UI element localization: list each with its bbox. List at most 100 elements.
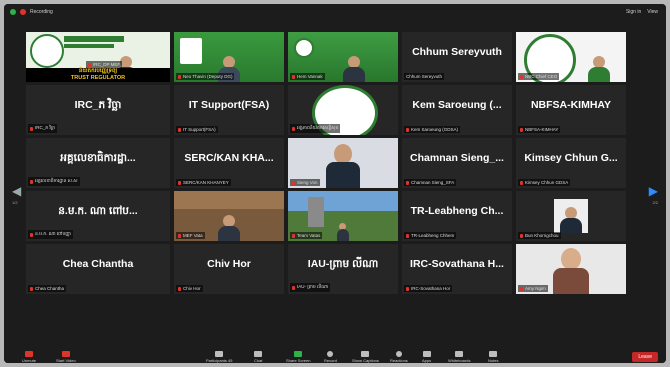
chat-button[interactable]: Chat (254, 351, 262, 363)
participant-name: Kimsey Chhun GDSA (525, 180, 569, 185)
next-page-arrow-icon[interactable]: ▶ (649, 184, 658, 198)
participant-name: Chamnan Sieng_SFA (411, 180, 455, 185)
participant-display-name: NBFSA-KIMHAY (530, 99, 612, 111)
participants-count: 45 (228, 358, 233, 363)
participant-tile[interactable]: និយ័តករបញ្ញើទ្រព្យ TRUST REGULATOR IRC_DP… (26, 32, 170, 82)
participant-name: IRC_DP MEF (93, 62, 121, 67)
participant-tile[interactable]: NBC Chief CEO (516, 32, 626, 82)
trust-regulator-text: TRUST REGULATOR (70, 75, 126, 81)
apps-icon (422, 351, 431, 357)
muted-mic-icon (178, 180, 181, 185)
muted-mic-icon (520, 286, 523, 291)
participant-name: ន.ម.ក. ណា ពៅបញ្ញា (35, 231, 71, 236)
record-label: Record (324, 358, 337, 363)
participant-display-name: Chea Chantha (62, 258, 134, 270)
participant-name: NBC Chief CEO (525, 74, 558, 79)
participant-name: IRC-Sovathana Hor (411, 286, 451, 291)
start-video-button[interactable]: Start Video (56, 351, 76, 363)
participant-tile[interactable]: MEF Vata (174, 191, 284, 241)
page-indicator-right: 2/2 (652, 200, 658, 205)
record-button[interactable]: Record (324, 351, 337, 363)
participant-name: Neo Thavin (Deputy DG) (183, 74, 233, 79)
muted-mic-icon (406, 233, 409, 238)
notes-button[interactable]: Notes (488, 351, 498, 363)
chat-label: Chat (254, 358, 263, 363)
participant-tile[interactable]: អង្គភាពនិយ័តករសន្តិសុខ (288, 85, 398, 135)
participant-display-name: IRC_ភ វិច្ឆា (74, 99, 122, 111)
participant-tile[interactable]: Chhum Sereyvuth Chhum Sereyvuth (402, 32, 512, 82)
muted-mic-icon (292, 74, 295, 79)
whiteboards-button[interactable]: Whiteboards (448, 351, 470, 363)
microphone-muted-icon (25, 351, 33, 357)
prev-page-arrow-icon[interactable]: ◀ (12, 184, 21, 198)
participant-display-name: Chiv Hor (207, 258, 251, 270)
unmute-button[interactable]: Unmute (22, 351, 36, 363)
muted-mic-icon (178, 74, 181, 79)
trust-regulator-kh-text: និយ័តករបញ្ញើទ្រព្យ (78, 68, 118, 74)
participant-tile[interactable]: Team Vatas (288, 191, 398, 241)
muted-mic-icon (292, 126, 295, 131)
muted-mic-icon (520, 180, 523, 185)
leave-button[interactable]: Leave (632, 352, 658, 362)
show-captions-label: Show Captions (352, 358, 379, 363)
participant-name: IAU- ព្រាម លីណា (297, 284, 329, 289)
participant-tile[interactable]: Amy Ngim (516, 244, 626, 294)
view-button[interactable]: View (647, 9, 658, 15)
sign-in-link[interactable]: Sign in (626, 9, 641, 15)
participant-tile[interactable]: IRC-Sovathana H... IRC-Sovathana Hor (402, 244, 512, 294)
participant-tile[interactable]: Kimsey Chhun G... Kimsey Chhun GDSA (516, 138, 626, 188)
muted-mic-icon (178, 233, 181, 238)
participant-name: Hem Vannak (297, 74, 323, 79)
recording-indicator: Recording (10, 9, 53, 15)
participant-tile[interactable]: TR-Leabheng Ch... TR-Leabheng Chhem (402, 191, 512, 241)
participants-icon (215, 351, 224, 357)
whiteboards-label: Whiteboards (448, 358, 471, 363)
participant-tile[interactable]: Kem Saroeung (... Kem Saroeung (GDSA) (402, 85, 512, 135)
participant-display-name: ន.ម.ក. ណា ពៅប... (58, 205, 138, 217)
participant-tile[interactable]: NBFSA-KIMHAY NBFSA-KIMHAY (516, 85, 626, 135)
participant-tile[interactable]: ន.ម.ក. ណា ពៅប... ន.ម.ក. ណា ពៅបញ្ញា (26, 191, 170, 241)
participant-display-name: អគ្គលេខាធិការដ្ឋា... (60, 152, 136, 164)
record-icon (327, 351, 334, 357)
participant-name: Chiv Hor (183, 286, 201, 291)
participant-tile[interactable]: SERC/KAN KHA... SERC/KAN KHANYEY (174, 138, 284, 188)
participant-name: Bun Khorngchou (525, 233, 559, 238)
muted-mic-icon (178, 127, 181, 132)
participant-tile[interactable]: IRC_ភ វិច្ឆា IRC_ភ វិច្ឆា (26, 85, 170, 135)
start-video-label: Start Video (56, 358, 76, 363)
participants-button[interactable]: Participants 45 (206, 351, 232, 363)
security-shield-icon[interactable] (10, 9, 16, 15)
participant-tile[interactable]: Bun Khorngchou (516, 191, 626, 241)
show-captions-button[interactable]: Show Captions (352, 351, 379, 363)
reactions-button[interactable]: Reactions (390, 351, 408, 363)
muted-mic-icon (30, 179, 33, 184)
recording-dot-icon (20, 9, 26, 15)
apps-button[interactable]: Apps (422, 351, 431, 363)
participant-name: IT Support(FSA) (183, 127, 216, 132)
participant-tile[interactable]: Chea Chantha Chea Chantha (26, 244, 170, 294)
notes-icon (489, 351, 498, 357)
participant-display-name: SERC/KAN KHA... (184, 152, 274, 164)
meeting-controls-bar: Unmute Start Video Participants 45 Chat … (4, 349, 666, 363)
share-screen-button[interactable]: Share Screen (286, 351, 310, 363)
participant-tile[interactable]: Sieng Von (288, 138, 398, 188)
muted-mic-icon (178, 286, 181, 291)
reactions-label: Reactions (390, 358, 408, 363)
participant-tile[interactable]: អគ្គលេខាធិការដ្ឋា... អគ្គលេខាធិការដ្ឋាន … (26, 138, 170, 188)
unmute-label: Unmute (22, 358, 37, 363)
chat-icon (254, 351, 263, 357)
captions-icon (361, 351, 370, 357)
participant-tile-active-speaker[interactable]: Neo Thavin (Deputy DG) (174, 32, 284, 82)
muted-mic-icon (30, 232, 33, 237)
participant-tile[interactable]: Chiv Hor Chiv Hor (174, 244, 284, 294)
participant-tile[interactable]: IAU-ព្រាម លីណា IAU- ព្រាម លីណា (288, 244, 398, 294)
participant-tile[interactable]: Hem Vannak (288, 32, 398, 82)
participant-display-name: Kimsey Chhun G... (524, 152, 618, 164)
participant-tile[interactable]: Chamnan Sieng_... Chamnan Sieng_SFA (402, 138, 512, 188)
participant-tile[interactable]: IT Support(FSA) IT Support(FSA) (174, 85, 284, 135)
participant-name: Kem Saroeung (GDSA) (411, 127, 459, 132)
participant-name: អគ្គលេខាធិការដ្ឋាន ស.ស (35, 178, 78, 183)
muted-mic-icon (406, 180, 409, 185)
muted-mic-icon (292, 285, 295, 290)
participant-name: SERC/KAN KHANYEY (183, 180, 229, 185)
